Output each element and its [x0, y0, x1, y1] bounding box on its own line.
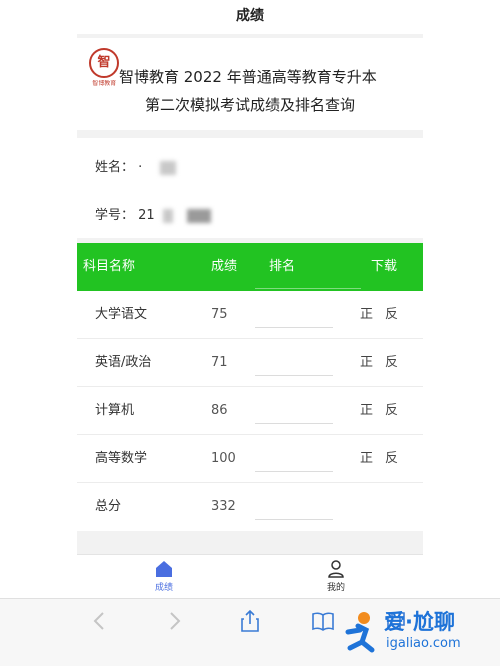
name-redaction: [160, 160, 177, 175]
share-icon[interactable]: [240, 609, 260, 633]
student-id-row: 学号： 21: [95, 204, 211, 223]
page-content: 智 智博教育 智博教育 2022 年普通高等教育专升本 第二次模拟考试成绩及排名…: [77, 34, 423, 554]
site-watermark: 爱·尬聊 igaliao.com: [336, 606, 496, 662]
subject-name: 大学语文: [95, 307, 148, 322]
student-name-value: ·: [138, 160, 143, 175]
id-redaction-2: [186, 208, 211, 223]
student-name-row: 姓名： ·: [95, 156, 177, 175]
user-icon: [328, 560, 344, 578]
nav-bar: 成绩: [0, 0, 500, 34]
watermark-brand: 爱·尬聊: [384, 610, 455, 634]
bookmarks-icon[interactable]: [312, 611, 334, 631]
subject-score: 86: [211, 403, 228, 418]
table-row-total: 总分 332: [77, 483, 423, 531]
tab-mine[interactable]: 我的: [306, 559, 366, 593]
watermark-url: igaliao.com: [386, 636, 461, 651]
tab-scores-label: 成绩: [154, 583, 173, 593]
header-score: 成绩: [211, 259, 238, 274]
page-title: 成绩: [236, 8, 264, 24]
download-back-button[interactable]: 反: [385, 339, 398, 387]
tab-scores[interactable]: 成绩: [134, 559, 194, 593]
back-arrow-icon[interactable]: [92, 611, 106, 631]
table-row: 高等数学 100 正 反: [77, 435, 423, 483]
forward-arrow-icon[interactable]: [168, 611, 182, 631]
subject-name: 计算机: [95, 403, 135, 418]
score-table: 科目名称 成绩 排名 下载 大学语文 75 正 反 英语/政治 71 正 反 计…: [77, 243, 423, 531]
header-card: 智 智博教育 智博教育 2022 年普通高等教育专升本 第二次模拟考试成绩及排名…: [77, 38, 423, 130]
download-front-button[interactable]: 正: [360, 435, 373, 483]
subject-rank: [255, 352, 333, 376]
header-subject: 科目名称: [83, 259, 136, 274]
subject-rank: [255, 400, 333, 424]
download-back-button[interactable]: 反: [385, 387, 398, 435]
exam-title-line2: 第二次模拟考试成绩及排名查询: [144, 96, 355, 114]
table-row: 大学语文 75 正 反: [77, 291, 423, 339]
table-row: 计算机 86 正 反: [77, 387, 423, 435]
student-id-label: 学号：: [95, 208, 135, 223]
download-front-button[interactable]: 正: [360, 339, 373, 387]
subject-score: 75: [211, 307, 228, 322]
tab-mine-label: 我的: [326, 583, 345, 593]
subject-score: 71: [211, 355, 228, 370]
header-rank: 排名: [255, 243, 361, 289]
student-name-label: 姓名：: [95, 160, 135, 175]
school-logo: 智 智博教育: [89, 48, 119, 88]
download-front-button[interactable]: 正: [360, 387, 373, 435]
subject-score: 100: [211, 451, 236, 466]
id-redaction-1: [162, 208, 173, 223]
subject-name: 高等数学: [95, 451, 148, 466]
total-rank: [255, 496, 333, 520]
table-header: 科目名称 成绩 排名 下载: [77, 243, 423, 291]
download-front-button[interactable]: 正: [360, 291, 373, 339]
home-icon: [156, 561, 172, 577]
table-row: 英语/政治 71 正 反: [77, 339, 423, 387]
logo-glyph: 智: [97, 55, 111, 70]
watermark-runner-icon: [345, 612, 375, 653]
total-score: 332: [211, 499, 236, 514]
header-download: 下载: [371, 259, 398, 274]
subject-rank: [255, 304, 333, 328]
student-id-value: 21: [138, 208, 155, 223]
student-info-card: 姓名： · 学号： 21: [77, 138, 423, 238]
exam-title-line1: 智博教育 2022 年普通高等教育专升本: [119, 68, 377, 86]
subject-name: 英语/政治: [95, 355, 152, 370]
logo-text: 智博教育: [92, 79, 117, 87]
subject-rank: [255, 448, 333, 472]
download-back-button[interactable]: 反: [385, 291, 398, 339]
bottom-tab-bar: 成绩 我的: [77, 554, 423, 598]
download-back-button[interactable]: 反: [385, 435, 398, 483]
total-label: 总分: [95, 499, 122, 514]
logo-emblem: 智: [89, 48, 119, 78]
